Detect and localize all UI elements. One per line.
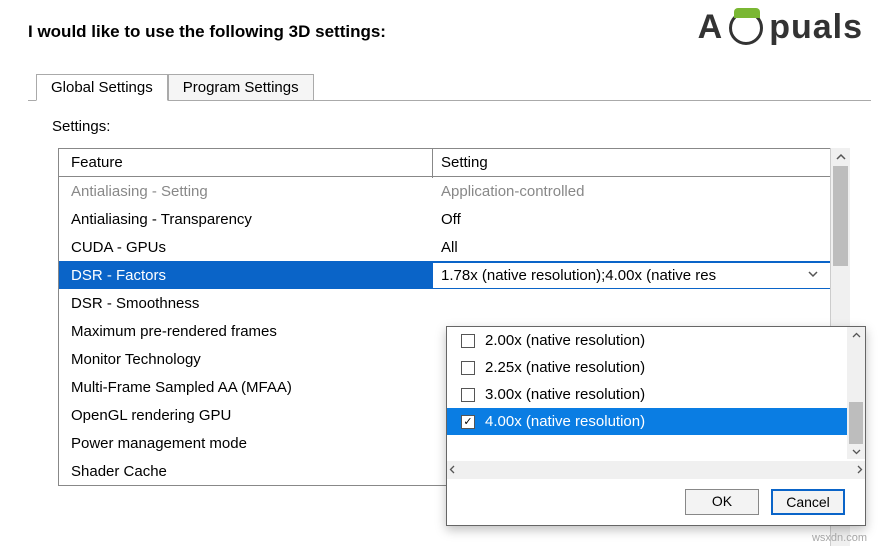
setting-cell: Off	[433, 207, 849, 232]
column-divider	[432, 148, 433, 178]
tab-program-settings[interactable]: Program Settings	[168, 74, 314, 101]
popup-option[interactable]: 3.00x (native resolution)	[447, 381, 865, 408]
dropdown-value: 1.78x (native resolution);4.00x (native …	[441, 267, 716, 284]
feature-cell: OpenGL rendering GPU	[59, 403, 433, 428]
option-label: 3.00x (native resolution)	[485, 386, 645, 403]
chevron-down-icon[interactable]	[807, 267, 819, 284]
popup-option[interactable]: 2.00x (native resolution)	[447, 327, 865, 354]
popup-scrollbar-horizontal[interactable]	[447, 461, 865, 479]
feature-cell: Maximum pre-rendered frames	[59, 319, 433, 344]
popup-option[interactable]: 2.25x (native resolution)	[447, 354, 865, 381]
setting-cell	[433, 299, 849, 307]
setting-cell-dropdown[interactable]: 1.78x (native resolution);4.00x (native …	[433, 263, 849, 288]
popup-footer: OK Cancel	[447, 479, 865, 525]
watermark-text-right: puals	[769, 8, 863, 47]
feature-cell: DSR - Smoothness	[59, 291, 433, 316]
watermark-face-icon	[729, 11, 763, 45]
tab-global-settings[interactable]: Global Settings	[36, 74, 168, 101]
column-header-feature[interactable]: Feature	[59, 150, 433, 175]
tabs: Global Settings Program Settings	[36, 74, 314, 101]
dsr-factors-popup: 2.00x (native resolution) 2.25x (native …	[446, 326, 866, 526]
scroll-left-icon[interactable]	[449, 465, 456, 476]
checkbox-checked-icon[interactable]	[461, 415, 475, 429]
settings-label: Settings:	[52, 118, 110, 135]
watermark-logo: A puals	[698, 8, 863, 47]
scroll-up-icon[interactable]	[831, 148, 850, 166]
scroll-down-icon[interactable]	[847, 443, 865, 459]
scroll-thumb[interactable]	[833, 166, 848, 266]
scroll-up-icon[interactable]	[847, 327, 865, 343]
table-row[interactable]: CUDA - GPUs All	[59, 233, 849, 261]
column-header-setting[interactable]: Setting	[433, 150, 849, 175]
feature-cell: Antialiasing - Setting	[59, 179, 433, 204]
footer-credit: wsxdn.com	[812, 532, 867, 544]
feature-cell: Monitor Technology	[59, 347, 433, 372]
option-label: 2.25x (native resolution)	[485, 359, 645, 376]
feature-cell: DSR - Factors	[59, 263, 433, 288]
table-row[interactable]: DSR - Smoothness	[59, 289, 849, 317]
option-label: 4.00x (native resolution)	[485, 413, 645, 430]
popup-option-highlighted[interactable]: 4.00x (native resolution)	[447, 408, 865, 435]
table-row[interactable]: Antialiasing - Setting Application-contr…	[59, 177, 849, 205]
option-label: 2.00x (native resolution)	[485, 332, 645, 349]
checkbox-icon[interactable]	[461, 361, 475, 375]
setting-cell: Application-controlled	[433, 179, 849, 204]
scroll-right-icon[interactable]	[856, 465, 863, 476]
ok-button[interactable]: OK	[685, 489, 759, 515]
feature-cell: Multi-Frame Sampled AA (MFAA)	[59, 375, 433, 400]
scroll-thumb[interactable]	[849, 402, 863, 444]
feature-cell: Antialiasing - Transparency	[59, 207, 433, 232]
feature-cell: CUDA - GPUs	[59, 235, 433, 260]
cancel-button[interactable]: Cancel	[771, 489, 845, 515]
popup-scrollbar-vertical[interactable]	[847, 327, 865, 459]
checkbox-icon[interactable]	[461, 334, 475, 348]
grid-header: Feature Setting	[59, 149, 849, 177]
popup-list: 2.00x (native resolution) 2.25x (native …	[447, 327, 865, 461]
watermark-text-left: A	[698, 8, 724, 47]
feature-cell: Power management mode	[59, 431, 433, 456]
table-row-selected[interactable]: DSR - Factors 1.78x (native resolution);…	[59, 261, 849, 289]
checkbox-icon[interactable]	[461, 388, 475, 402]
table-row[interactable]: Antialiasing - Transparency Off	[59, 205, 849, 233]
setting-cell: All	[433, 235, 849, 260]
feature-cell: Shader Cache	[59, 459, 433, 484]
